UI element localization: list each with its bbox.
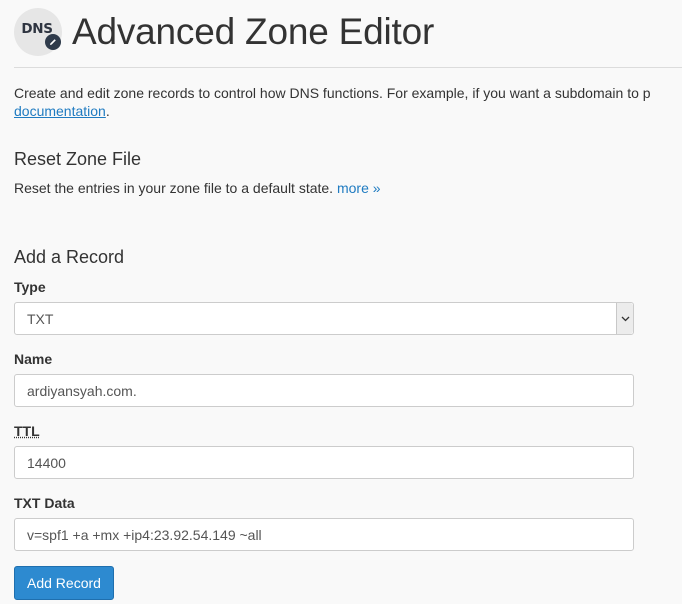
type-label: Type bbox=[14, 279, 46, 295]
page-title: Advanced Zone Editor bbox=[72, 11, 435, 52]
reset-zone-description: Reset the entries in your zone file to a… bbox=[14, 180, 381, 196]
chevron-down-icon[interactable] bbox=[616, 303, 633, 334]
pencil-icon bbox=[45, 34, 61, 50]
ttl-input-value: 14400 bbox=[27, 454, 66, 471]
documentation-link[interactable]: documentation bbox=[14, 103, 106, 119]
dns-logo: DNS bbox=[14, 8, 62, 56]
ttl-input[interactable]: 14400 bbox=[14, 446, 634, 479]
type-select-value: TXT bbox=[27, 310, 54, 327]
intro-trailing: . bbox=[105, 103, 110, 119]
add-record-button[interactable]: Add Record bbox=[14, 566, 114, 600]
more-link[interactable]: more » bbox=[337, 180, 381, 196]
txt-data-input-value: v=spf1 +a +mx +ip4:23.92.54.149 ~all bbox=[27, 526, 262, 543]
txt-data-label: TXT Data bbox=[14, 495, 75, 511]
reset-zone-title: Reset Zone File bbox=[14, 149, 142, 169]
name-input-value: ardiyansyah.com. bbox=[27, 382, 137, 399]
intro-text: Create and edit zone records to control … bbox=[14, 85, 651, 101]
add-record-title: Add a Record bbox=[14, 247, 125, 267]
name-label: Name bbox=[14, 351, 53, 367]
intro-paragraph: Create and edit zone records to control … bbox=[14, 84, 682, 120]
ttl-label: TTL bbox=[14, 423, 40, 439]
page-header: DNS Advanced Zone Editor bbox=[14, 4, 434, 60]
header-divider bbox=[14, 67, 682, 68]
type-select[interactable]: TXT bbox=[14, 302, 634, 335]
reset-description-text: Reset the entries in your zone file to a… bbox=[14, 180, 334, 196]
txt-data-input[interactable]: v=spf1 +a +mx +ip4:23.92.54.149 ~all bbox=[14, 518, 634, 551]
name-input[interactable]: ardiyansyah.com. bbox=[14, 374, 634, 407]
